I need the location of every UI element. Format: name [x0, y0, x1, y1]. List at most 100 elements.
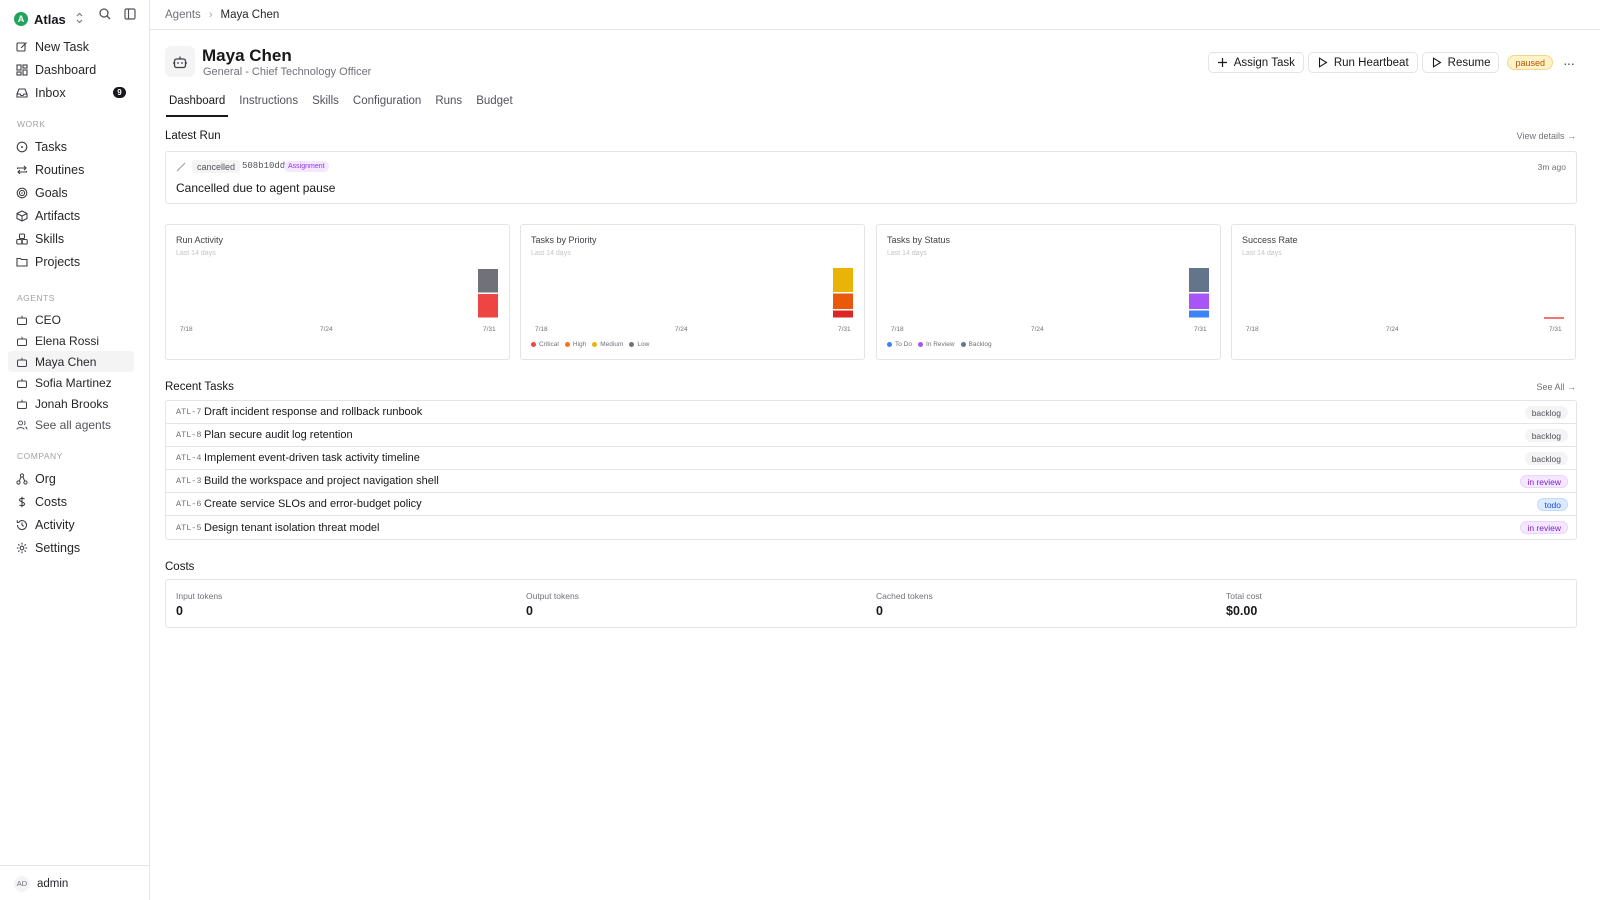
nav-costs[interactable]: Costs: [8, 490, 134, 513]
latest-run-card[interactable]: cancelled 508b10dd Assignment 3m ago Can…: [165, 151, 1577, 204]
repeat-icon: [16, 165, 28, 174]
table-row[interactable]: ATL-4 Implement event-driven task activit…: [166, 447, 1576, 470]
nav-label: Jonah Brooks: [35, 396, 109, 411]
nav-agent-sofia-martinez[interactable]: Sofia Martinez: [8, 372, 134, 393]
tab-instructions[interactable]: Instructions: [236, 95, 301, 117]
chart-legend: To Do In Review Backlog: [887, 341, 998, 348]
nav-routines[interactable]: Routines: [8, 158, 134, 181]
cost-label: Cached tokens: [876, 591, 933, 601]
run-activity-chart: [478, 269, 498, 318]
nav-tasks[interactable]: Tasks: [8, 135, 134, 158]
nav-label: Projects: [35, 254, 81, 269]
section-label-work: WORK: [17, 119, 46, 129]
nav-inbox[interactable]: Inbox 9: [8, 81, 134, 104]
success-rate-card: Success Rate Last 14 days 7/18 7/24 7/31: [1231, 224, 1576, 360]
task-id: ATL-4: [176, 453, 202, 463]
legend-item: Medium: [592, 341, 623, 348]
tasks-by-priority-card: Tasks by Priority Last 14 days 7/18 7/24…: [520, 224, 865, 360]
legend-label: Critical: [539, 341, 559, 348]
nav-label: CEO: [35, 312, 62, 327]
nav-skills[interactable]: Skills: [8, 227, 134, 250]
boxes-icon: [16, 232, 28, 245]
nav-label: Artifacts: [35, 208, 81, 223]
legend-dot: [629, 342, 635, 347]
status-badge: in review: [1520, 475, 1568, 488]
legend-dot: [917, 342, 923, 347]
table-row[interactable]: ATL-7 Draft incident response and rollbac…: [166, 401, 1576, 424]
bot-icon: [17, 315, 27, 325]
nav-artifacts[interactable]: Artifacts: [8, 204, 134, 227]
run-heartbeat-button[interactable]: Run Heartbeat: [1307, 52, 1418, 73]
nav-agent-ceo[interactable]: CEO: [8, 309, 134, 330]
status-badge: backlog: [1524, 406, 1568, 419]
search-icon[interactable]: [98, 7, 114, 23]
inbox-count-badge: 9: [113, 87, 126, 98]
nav-label: Settings: [35, 540, 81, 555]
table-row[interactable]: ATL-6 Create service SLOs and error-budge…: [166, 493, 1576, 516]
bar-segment: [478, 269, 498, 293]
legend-label: To Do: [895, 341, 912, 348]
nav-label: New Task: [35, 39, 89, 54]
bar-segment: [833, 293, 853, 309]
cost-value: $0.00: [1226, 604, 1258, 618]
nav-agent-elena-rossi[interactable]: Elena Rossi: [8, 330, 134, 351]
nav-see-all-agents[interactable]: See all agents: [8, 414, 134, 435]
table-row[interactable]: ATL-8 Plan secure audit log retention back…: [166, 424, 1576, 447]
legend-item: In Review: [917, 341, 955, 348]
nav-settings[interactable]: Settings: [8, 536, 134, 559]
breadcrumb-agents-link[interactable]: Agents: [165, 9, 201, 21]
nav-label: Routines: [35, 162, 85, 177]
x-tick-label: 7/24: [320, 326, 333, 333]
nav-label: Goals: [35, 185, 68, 200]
chevron-up-down-icon: [76, 12, 83, 24]
bot-icon: [17, 399, 27, 409]
nav-org[interactable]: Org: [8, 467, 134, 490]
agent-header: Maya Chen General - Chief Technology Off…: [165, 46, 1577, 78]
run-status-badge: cancelled: [192, 160, 241, 173]
bot-icon: [17, 378, 27, 388]
nav-activity[interactable]: Activity: [8, 513, 134, 536]
nav-new-task[interactable]: New Task: [8, 35, 134, 58]
folder-icon: [16, 257, 28, 267]
table-row[interactable]: ATL-5 Design tenant isolation threat mode…: [166, 516, 1576, 539]
nav-label: Tasks: [35, 139, 67, 154]
nav-projects[interactable]: Projects: [8, 250, 134, 273]
legend-item: To Do: [887, 341, 912, 348]
assign-task-button[interactable]: Assign Task: [1207, 52, 1304, 73]
workspace-switcher[interactable]: A Atlas: [14, 8, 140, 30]
x-tick-label: 7/24: [675, 326, 688, 333]
user-menu[interactable]: AD admin: [0, 865, 150, 900]
cost-input-tokens: Input tokens 0: [176, 591, 222, 618]
nav-dashboard[interactable]: Dashboard: [8, 58, 134, 81]
task-title: Implement event-driven task activity tim…: [204, 452, 420, 464]
tab-configuration[interactable]: Configuration: [350, 95, 424, 117]
run-timestamp: 3m ago: [1537, 162, 1566, 172]
header-actions: Assign Task Run Heartbeat Resume paused …: [1204, 52, 1577, 73]
nav-agent-jonah-brooks[interactable]: Jonah Brooks: [8, 393, 134, 414]
sidebar-toggle-icon[interactable]: [123, 7, 139, 23]
play-icon: [1432, 57, 1442, 68]
nav-goals[interactable]: Goals: [8, 181, 134, 204]
see-all-tasks-link[interactable]: See All →: [1536, 382, 1576, 392]
table-row[interactable]: ATL-3 Build the workspace and project nav…: [166, 470, 1576, 493]
status-badge: backlog: [1524, 429, 1568, 442]
tab-budget[interactable]: Budget: [473, 95, 515, 117]
tab-skills[interactable]: Skills: [309, 95, 342, 117]
legend-label: High: [572, 341, 587, 348]
bar-segment: [833, 310, 853, 318]
org-icon: [16, 472, 28, 485]
nav-agent-maya-chen[interactable]: Maya Chen: [8, 351, 134, 372]
x-tick-label: 7/18: [180, 326, 193, 333]
more-options-icon[interactable]: ···: [1563, 55, 1577, 71]
resume-button[interactable]: Resume: [1421, 52, 1500, 73]
tab-runs[interactable]: Runs: [432, 95, 465, 117]
cost-label: Output tokens: [526, 591, 579, 601]
work-nav: WORK Tasks Routines Goals Artifacts Skil…: [8, 116, 134, 273]
x-tick-label: 7/18: [535, 326, 548, 333]
nav-label: Maya Chen: [35, 354, 97, 369]
view-details-link[interactable]: View details →: [1517, 131, 1576, 141]
circle-dot-icon: [16, 141, 28, 152]
recent-tasks-list: ATL-7 Draft incident response and rollbac…: [165, 400, 1577, 540]
bar-segment: [833, 268, 853, 292]
tab-dashboard[interactable]: Dashboard: [166, 95, 229, 117]
